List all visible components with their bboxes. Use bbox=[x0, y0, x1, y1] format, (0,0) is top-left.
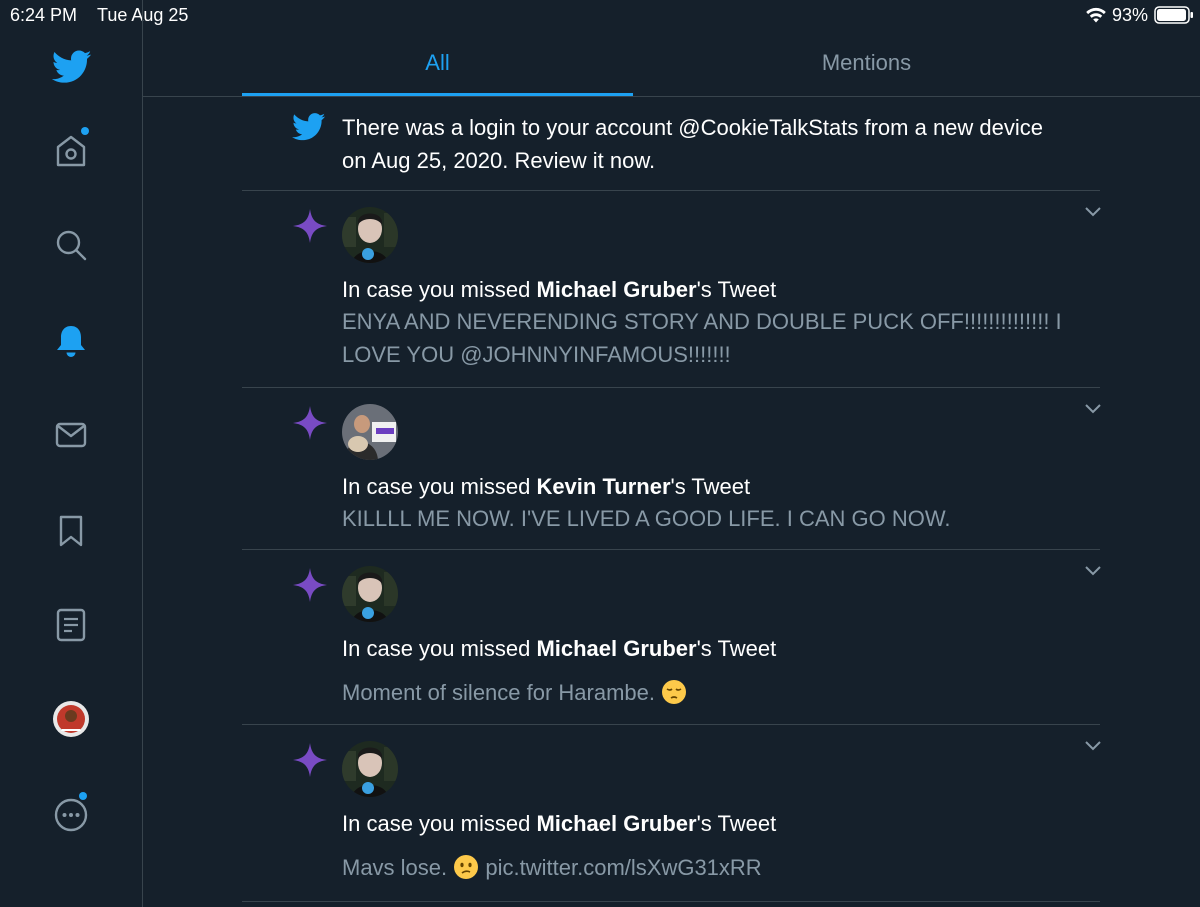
profile-avatar[interactable] bbox=[50, 698, 92, 740]
header-prefix: In case you missed bbox=[342, 474, 537, 499]
lists-icon[interactable] bbox=[50, 604, 92, 646]
author-name[interactable]: Michael Gruber bbox=[536, 636, 696, 661]
avatar[interactable] bbox=[342, 207, 398, 263]
login-notification[interactable]: There was a login to your account @Cooki… bbox=[242, 97, 1100, 191]
header-prefix: In case you missed bbox=[342, 636, 537, 661]
missed-tweet-header: In case you missed Michael Gruber's Twee… bbox=[342, 811, 776, 837]
author-name[interactable]: Michael Gruber bbox=[536, 277, 696, 302]
missed-tweet-header: In case you missed Michael Gruber's Twee… bbox=[342, 277, 776, 303]
header-suffix: 's Tweet bbox=[670, 474, 751, 499]
notification-item[interactable]: In case you missed Michael Gruber's Twee… bbox=[242, 550, 1102, 725]
chevron-down-icon[interactable] bbox=[1084, 564, 1102, 582]
sidebar bbox=[0, 0, 143, 907]
sparkle-icon bbox=[292, 742, 328, 783]
tweet-text-content: Moment of silence for Harambe. bbox=[342, 680, 656, 705]
header-suffix: 's Tweet bbox=[696, 811, 777, 836]
sparkle-icon bbox=[292, 405, 328, 446]
avatar[interactable] bbox=[342, 404, 398, 460]
tab-mentions[interactable]: Mentions bbox=[668, 30, 1065, 96]
home-notification-dot bbox=[81, 127, 89, 135]
status-bar: 6:24 PM Tue Aug 25 93% bbox=[0, 0, 1200, 30]
twitter-bird-icon bbox=[292, 113, 326, 146]
tweet-text: KILLLL ME NOW. I'VE LIVED A GOOD LIFE. I… bbox=[342, 506, 951, 531]
battery-icon bbox=[1154, 6, 1194, 29]
tweet-text: ENYA AND NEVERENDING STORY AND DOUBLE PU… bbox=[342, 309, 1062, 367]
chevron-down-icon[interactable] bbox=[1084, 402, 1102, 420]
tweet-link[interactable]: pic.twitter.com/lsXwG31xRR bbox=[485, 855, 761, 880]
wifi-icon bbox=[1085, 6, 1107, 29]
tweet-text-content: Mavs lose. bbox=[342, 855, 448, 880]
header-prefix: In case you missed bbox=[342, 811, 537, 836]
more-icon[interactable] bbox=[50, 792, 92, 836]
notifications-feed: There was a login to your account @Cooki… bbox=[242, 97, 1102, 902]
bell-icon[interactable] bbox=[50, 320, 92, 362]
search-icon[interactable] bbox=[50, 224, 92, 266]
header-suffix: 's Tweet bbox=[696, 636, 777, 661]
chevron-down-icon[interactable] bbox=[1084, 205, 1102, 223]
tab-all[interactable]: All bbox=[242, 30, 633, 96]
chevron-down-icon[interactable] bbox=[1084, 739, 1102, 757]
more-notification-dot bbox=[79, 792, 87, 800]
mail-icon[interactable] bbox=[50, 414, 92, 456]
avatar[interactable] bbox=[342, 741, 398, 797]
confused-face-emoji bbox=[453, 854, 479, 880]
notification-tabs: All Mentions bbox=[143, 30, 1200, 97]
twitter-logo-icon[interactable] bbox=[49, 46, 95, 88]
notification-item[interactable]: In case you missed Kevin Turner's Tweet … bbox=[242, 388, 1102, 550]
tweet-text: Mavs lose. pic.twitter.com/lsXwG31xRR bbox=[342, 851, 1102, 884]
bookmark-icon[interactable] bbox=[50, 510, 92, 552]
sparkle-icon bbox=[292, 208, 328, 249]
notification-item[interactable]: In case you missed Michael Gruber's Twee… bbox=[242, 191, 1102, 388]
notification-item[interactable]: In case you missed Michael Gruber's Twee… bbox=[242, 725, 1102, 902]
header-prefix: In case you missed bbox=[342, 277, 537, 302]
sparkle-icon bbox=[292, 567, 328, 608]
home-icon[interactable] bbox=[50, 127, 92, 172]
avatar[interactable] bbox=[342, 566, 398, 622]
author-name[interactable]: Kevin Turner bbox=[536, 474, 670, 499]
pensive-face-emoji bbox=[661, 679, 687, 705]
missed-tweet-header: In case you missed Michael Gruber's Twee… bbox=[342, 636, 776, 662]
battery-percentage: 93% bbox=[1112, 5, 1149, 25]
header-suffix: 's Tweet bbox=[696, 277, 777, 302]
tweet-text: Moment of silence for Harambe. bbox=[342, 676, 1102, 709]
login-notification-text: There was a login to your account @Cooki… bbox=[342, 115, 1044, 173]
author-name[interactable]: Michael Gruber bbox=[536, 811, 696, 836]
missed-tweet-header: In case you missed Kevin Turner's Tweet bbox=[342, 474, 750, 500]
